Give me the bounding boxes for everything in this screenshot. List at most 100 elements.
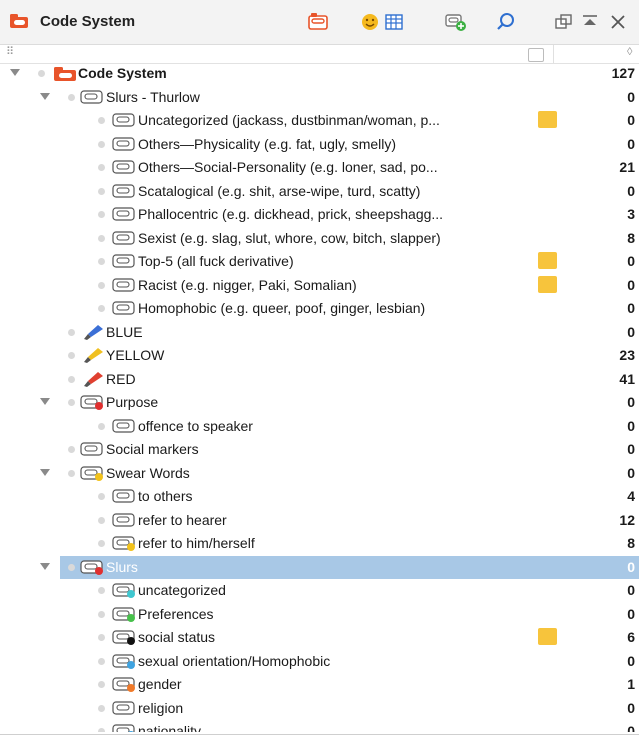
- activation-dot[interactable]: [98, 728, 105, 732]
- expand-toggle-icon[interactable]: [10, 69, 20, 76]
- activation-dot[interactable]: [98, 305, 105, 312]
- activation-dot[interactable]: [68, 329, 75, 336]
- smiley-icon[interactable]: [358, 10, 382, 34]
- code-row[interactable]: nationality 0: [0, 720, 639, 732]
- code-row[interactable]: offence to speaker 0: [0, 415, 639, 438]
- memo-icon[interactable]: [538, 276, 557, 293]
- search-icon[interactable]: [494, 10, 518, 34]
- code-label: offence to speaker: [138, 418, 253, 434]
- activation-dot[interactable]: [98, 235, 105, 242]
- code-row[interactable]: Code System 127: [0, 62, 639, 85]
- code-frequency: 23: [619, 347, 635, 363]
- code-row[interactable]: Slurs - Thurlow 0: [0, 86, 639, 109]
- memo-icon[interactable]: [538, 111, 557, 128]
- code-row[interactable]: Racist (e.g. nigger, Paki, Somalian) 0: [0, 274, 639, 297]
- code-row[interactable]: RED 41: [0, 368, 639, 391]
- code-label: Purpose: [106, 394, 159, 410]
- code-row[interactable]: Social markers 0: [0, 438, 639, 461]
- code-row[interactable]: Sexist (e.g. slag, slut, whore, cow, bit…: [0, 227, 639, 250]
- activation-dot[interactable]: [68, 399, 75, 406]
- activation-dot[interactable]: [98, 658, 105, 665]
- code-row[interactable]: sexual orientation/Homophobic 0: [0, 650, 639, 673]
- activation-dot[interactable]: [68, 564, 75, 571]
- expand-toggle-icon[interactable]: [40, 469, 50, 476]
- code-label: YELLOW: [106, 347, 165, 363]
- code-label: Uncategorized (jackass, dustbinman/woman…: [138, 112, 440, 128]
- activation-dot[interactable]: [68, 446, 75, 453]
- code-label: Scatalogical (e.g. shit, arse-wipe, turd…: [138, 183, 421, 199]
- memo-icon[interactable]: [538, 628, 557, 645]
- memo-column-icon[interactable]: [528, 48, 544, 62]
- code-icon: [112, 419, 135, 433]
- code-row[interactable]: social status 6: [0, 626, 639, 649]
- code-row[interactable]: Slurs 0: [40, 556, 639, 579]
- activation-dot[interactable]: [98, 164, 105, 171]
- expand-toggle-icon[interactable]: [40, 563, 50, 570]
- code-label: Others—Social-Personality (e.g. loner, s…: [138, 159, 438, 175]
- code-row[interactable]: to others 4: [0, 485, 639, 508]
- activation-dot[interactable]: [98, 517, 105, 524]
- code-label: to others: [138, 488, 193, 504]
- detach-icon[interactable]: [552, 10, 576, 34]
- memo-icon[interactable]: [538, 252, 557, 269]
- activation-dot[interactable]: [68, 352, 75, 359]
- activation-dot[interactable]: [98, 611, 105, 618]
- activation-dot[interactable]: [38, 70, 45, 77]
- code-row[interactable]: uncategorized 0: [0, 579, 639, 602]
- code-row[interactable]: Preferences 0: [0, 603, 639, 626]
- code-frequency: 41: [619, 371, 635, 387]
- code-row[interactable]: religion 0: [0, 697, 639, 720]
- code-frequency: 12: [619, 512, 635, 528]
- expand-toggle-icon[interactable]: [40, 93, 50, 100]
- close-icon[interactable]: [606, 10, 630, 34]
- code-icon: [112, 701, 135, 715]
- drag-handle-icon[interactable]: ⠿: [6, 45, 14, 58]
- code-row[interactable]: Homophobic (e.g. queer, poof, ginger, le…: [0, 297, 639, 320]
- activation-dot[interactable]: [98, 705, 105, 712]
- activation-dot[interactable]: [98, 117, 105, 124]
- activation-dot[interactable]: [98, 423, 105, 430]
- code-row[interactable]: Purpose 0: [0, 391, 639, 414]
- code-row[interactable]: BLUE 0: [0, 321, 639, 344]
- code-system-tool-icon[interactable]: [306, 10, 330, 34]
- code-row[interactable]: refer to him/herself 8: [0, 532, 639, 555]
- activation-dot[interactable]: [68, 94, 75, 101]
- activation-dot[interactable]: [98, 587, 105, 594]
- frequency-column-icon[interactable]: ◊: [627, 46, 632, 58]
- code-row[interactable]: Others—Social-Personality (e.g. loner, s…: [0, 156, 639, 179]
- code-system-icon: [10, 14, 28, 28]
- activation-dot[interactable]: [98, 540, 105, 547]
- collapse-icon[interactable]: [578, 10, 602, 34]
- activation-dot[interactable]: [68, 376, 75, 383]
- activation-dot[interactable]: [98, 188, 105, 195]
- activation-dot[interactable]: [98, 282, 105, 289]
- activation-dot[interactable]: [98, 681, 105, 688]
- code-row[interactable]: Others—Physicality (e.g. fat, ugly, smel…: [0, 133, 639, 156]
- code-row[interactable]: YELLOW 23: [0, 344, 639, 367]
- new-code-icon[interactable]: [444, 10, 468, 34]
- code-frequency: 0: [627, 582, 635, 598]
- code-row[interactable]: refer to hearer 12: [0, 509, 639, 532]
- code-frequency: 0: [627, 418, 635, 434]
- activation-dot[interactable]: [98, 258, 105, 265]
- expand-toggle-icon[interactable]: [40, 398, 50, 405]
- code-row[interactable]: Phallocentric (e.g. dickhead, prick, she…: [0, 203, 639, 226]
- activation-dot[interactable]: [68, 470, 75, 477]
- code-frequency: 0: [627, 441, 635, 457]
- code-label: refer to hearer: [138, 512, 227, 528]
- code-row[interactable]: Uncategorized (jackass, dustbinman/woman…: [0, 109, 639, 132]
- code-icon: [112, 489, 135, 503]
- code-icon: [112, 536, 135, 551]
- code-row[interactable]: Scatalogical (e.g. shit, arse-wipe, turd…: [0, 180, 639, 203]
- activation-dot[interactable]: [98, 493, 105, 500]
- table-icon[interactable]: [382, 10, 406, 34]
- highlighter-icon: [84, 348, 103, 363]
- code-frequency: 21: [619, 159, 635, 175]
- code-row[interactable]: gender 1: [0, 673, 639, 696]
- code-row[interactable]: Swear Words 0: [0, 462, 639, 485]
- activation-dot[interactable]: [98, 141, 105, 148]
- activation-dot[interactable]: [98, 634, 105, 641]
- code-label: uncategorized: [138, 582, 226, 598]
- code-row[interactable]: Top-5 (all fuck derivative) 0: [0, 250, 639, 273]
- activation-dot[interactable]: [98, 211, 105, 218]
